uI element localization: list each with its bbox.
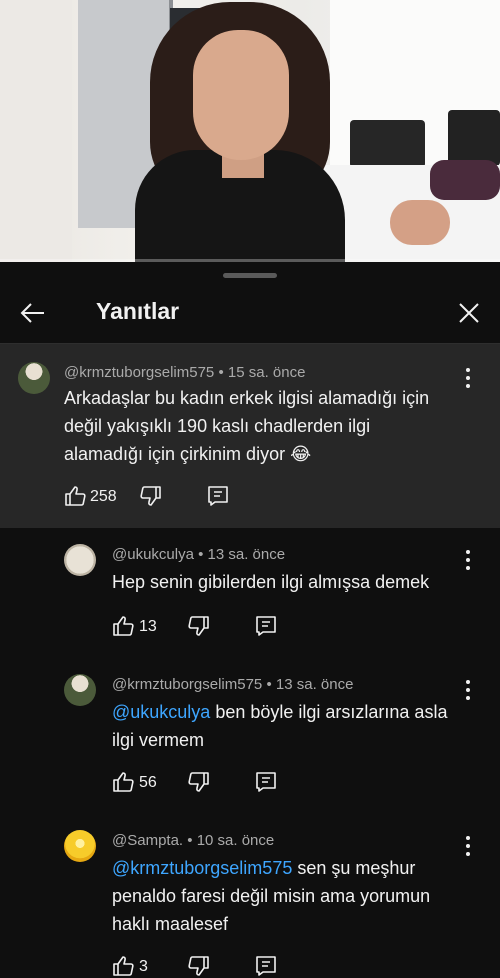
comment-actions: 258 xyxy=(64,484,264,514)
mention-link[interactable]: @krmztuborgselim575 xyxy=(112,858,292,878)
reply-icon[interactable] xyxy=(206,484,232,510)
reply-icon[interactable] xyxy=(254,614,280,640)
parent-comment: @krmztuborgselim575 • 15 sa. önce Arkada… xyxy=(0,344,500,528)
avatar[interactable] xyxy=(18,362,50,394)
comment-meta: @krmztuborgselim575 • 15 sa. önce xyxy=(64,364,305,381)
drag-handle[interactable] xyxy=(223,273,277,278)
comment-author[interactable]: @ukukculya xyxy=(112,546,194,563)
meta-separator: • xyxy=(262,676,276,693)
reply-icon[interactable] xyxy=(254,954,280,978)
comment-text: Hep senin gibilerden ilgi almışsa demek xyxy=(112,568,462,596)
comment-author[interactable]: @krmztuborgselim575 xyxy=(64,364,214,381)
video-scene-chair xyxy=(350,120,425,168)
comment-time: 13 sa. önce xyxy=(275,676,354,693)
mention-link[interactable]: @ukukculya xyxy=(112,702,210,722)
back-arrow-icon[interactable] xyxy=(18,298,48,328)
video-scene-bag xyxy=(430,160,500,200)
comment-actions: 13 xyxy=(112,614,292,644)
video-player[interactable] xyxy=(0,0,500,262)
comment-text: @krmztuborgselim575 sen şu meşhur penald… xyxy=(112,854,462,938)
sheet-title: Yanıtlar xyxy=(96,298,180,324)
meta-separator: • xyxy=(183,832,197,849)
comment-text: Arkadaşlar bu kadın erkek ilgisi alamadı… xyxy=(64,388,430,464)
comment-actions: 56 xyxy=(112,770,292,800)
thumbs-up-icon[interactable] xyxy=(112,614,138,640)
comment-meta: @ukukculya • 13 sa. önce xyxy=(112,546,285,563)
comment-time: 15 sa. önce xyxy=(227,364,306,381)
avatar[interactable] xyxy=(64,544,96,576)
comment-time: 10 sa. önce xyxy=(196,832,275,849)
thumbs-up-icon[interactable] xyxy=(112,954,138,978)
like-count: 3 xyxy=(139,958,148,975)
video-person-hand xyxy=(390,200,450,245)
sheet-header: Yanıtlar xyxy=(0,284,500,342)
comment-author[interactable]: @Sampta. xyxy=(112,832,183,849)
comment-text: @ukukculya ben böyle ilgi arsızlarına as… xyxy=(112,698,462,754)
thumbs-down-icon[interactable] xyxy=(186,614,212,640)
comment-meta: @Sampta. • 10 sa. önce xyxy=(112,832,274,849)
avatar[interactable] xyxy=(64,674,96,706)
like-count: 258 xyxy=(90,488,117,505)
close-icon[interactable] xyxy=(454,298,484,328)
video-scene xyxy=(0,0,72,262)
video-scene-chair xyxy=(448,110,500,166)
thumbs-down-icon[interactable] xyxy=(186,770,212,796)
meta-separator: • xyxy=(193,546,208,563)
avatar[interactable] xyxy=(64,830,96,862)
reply-icon[interactable] xyxy=(254,770,280,796)
thumbs-up-icon[interactable] xyxy=(64,484,90,510)
comment-actions: 3 xyxy=(112,954,292,978)
thumbs-up-icon[interactable] xyxy=(112,770,138,796)
comment-meta: @krmztuborgselim575 • 13 sa. önce xyxy=(112,676,353,693)
like-count: 13 xyxy=(139,618,157,635)
replies-sheet: Yanıtlar @krmztuborgselim575 • 15 sa. ön… xyxy=(0,262,500,978)
more-options-icon[interactable] xyxy=(458,366,478,390)
thumbs-down-icon[interactable] xyxy=(186,954,212,978)
comment-time: 13 sa. önce xyxy=(207,546,286,563)
comment-body: Hep senin gibilerden ilgi almışsa demek xyxy=(112,572,430,592)
like-count: 56 xyxy=(139,774,157,791)
video-person-face xyxy=(193,30,289,160)
meta-separator: • xyxy=(214,364,228,381)
thumbs-down-icon[interactable] xyxy=(138,484,164,510)
comment-author[interactable]: @krmztuborgselim575 xyxy=(112,676,262,693)
